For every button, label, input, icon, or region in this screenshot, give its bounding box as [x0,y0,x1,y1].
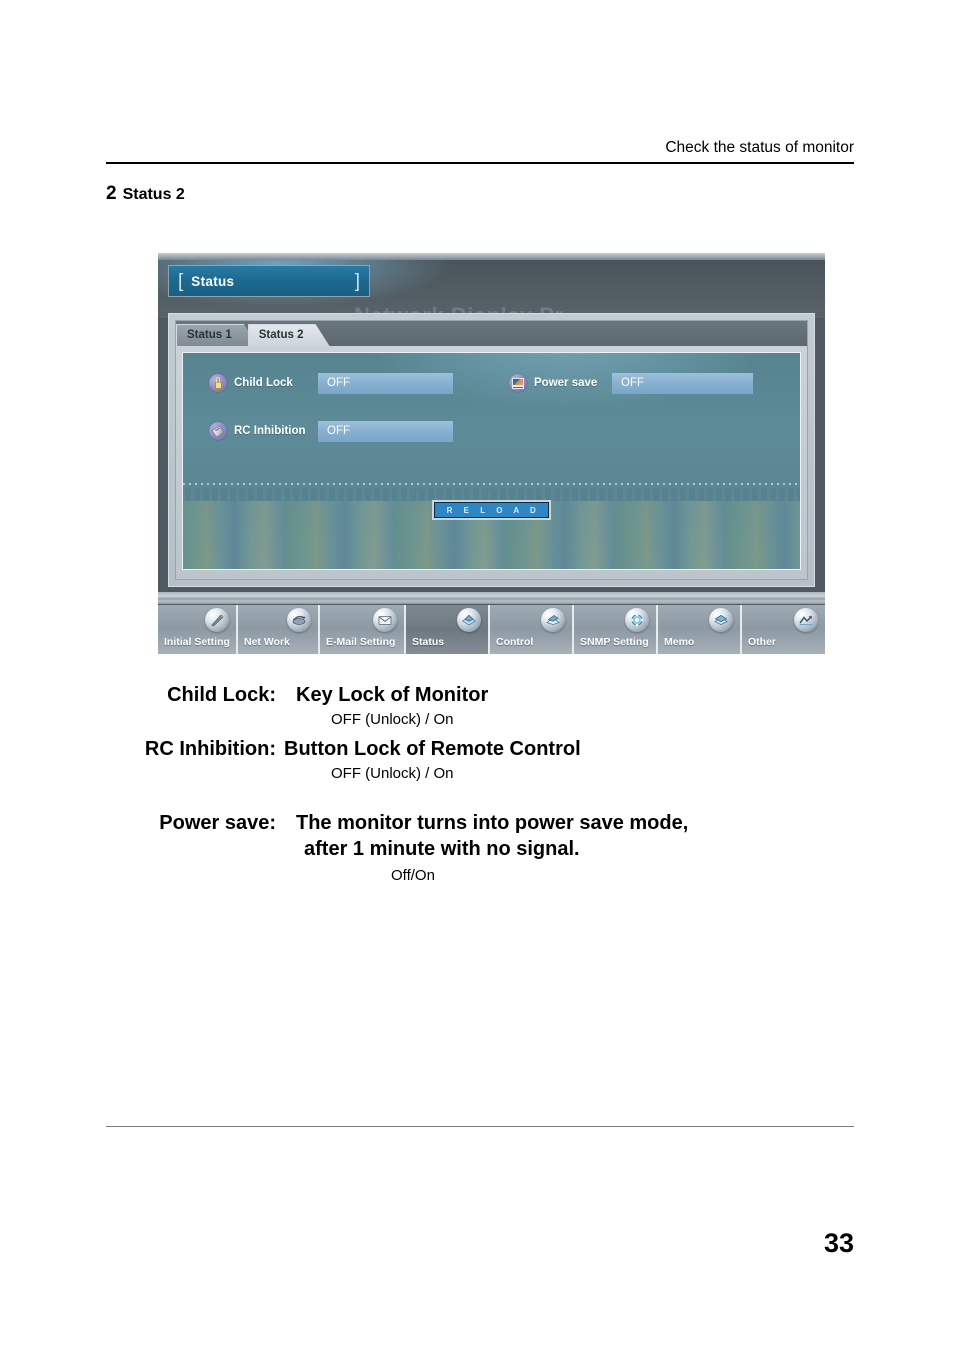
description-definition-line-2: after 1 minute with no signal. [304,838,580,860]
footer-divider [106,1126,854,1127]
rc-inhibition-value: OFF [318,420,453,442]
description-item-child-lock: Child Lock: Key Lock of Monitor [106,682,866,708]
description-options: OFF (Unlock) / On [331,711,454,728]
bracket-right-icon: ] [354,270,360,292]
status-content-area: Child Lock OFF Power save OFF RC Inhibit… [182,352,801,570]
tab-label: Status 1 [187,329,232,341]
padlock-icon [209,374,227,392]
tab-label: Status 2 [258,329,304,341]
window-top-chrome [158,253,825,260]
control-icon [541,608,565,632]
nav-item-other[interactable]: Other [742,605,825,654]
nav-label: Net Work [244,636,290,648]
child-lock-label: Child Lock [234,377,293,389]
description-definition: Button Lock of Remote Control [284,738,581,760]
content-panel-inner: Status 1 Status 2 Child Lock OFF Power s… [175,320,808,580]
tab-status-1[interactable]: Status 1 [176,324,258,346]
description-block: Child Lock: Key Lock of Monitor OFF (Unl… [106,682,866,886]
rc-inhibition-label: RC Inhibition [234,425,306,437]
reload-button-wrapper: R E L O A D [183,500,800,521]
description-definition: Key Lock of Monitor [296,684,489,706]
title-plate: [ Status ] [168,265,370,297]
nav-item-snmp-setting[interactable]: SNMP Setting [574,605,658,654]
nav-item-control[interactable]: Control [490,605,574,654]
title-plate-label: Status [191,273,235,289]
remote-control-icon [209,422,227,440]
description-term: RC Inhibition: [144,738,276,760]
field-child-lock: Child Lock OFF [209,372,453,394]
description-options: OFF (Unlock) / On [331,765,454,782]
window-bottom-separator [158,592,825,604]
nav-item-memo[interactable]: Memo [658,605,742,654]
tab-status-2[interactable]: Status 2 [248,324,330,346]
field-power-save: Power save OFF [509,372,753,394]
description-term: Child Lock: [167,684,276,706]
nav-label: SNMP Setting [580,636,649,648]
description-item-power-save: Power save: The monitor turns into power… [106,810,866,862]
description-options: Off/On [391,867,435,884]
bottom-navigation-bar: Initial Setting Net Work E-Mail Setting … [158,605,825,654]
power-save-value: OFF [612,372,753,394]
envelope-icon [373,608,397,632]
memo-icon [709,608,733,632]
tab-bar: Status 1 Status 2 [176,321,807,346]
section-number: 2 [106,183,117,204]
nav-item-net-work[interactable]: Net Work [238,605,320,654]
section-heading: 2 Status 2 [106,183,185,205]
running-head: Check the status of monitor [665,139,854,156]
bracket-left-icon: [ [178,270,184,292]
page-header: Check the status of monitor [106,138,854,164]
description-item-rc-inhibition: RC Inhibition: Button Lock of Remote Con… [106,736,866,762]
field-rc-inhibition: RC Inhibition OFF [209,420,453,442]
reload-button[interactable]: R E L O A D [431,500,552,521]
description-definition-line-1: The monitor turns into power save mode, [296,812,689,834]
status-form: Child Lock OFF Power save OFF RC Inhibit… [183,353,800,464]
nav-label: Initial Setting [164,636,230,648]
form-row: RC Inhibition OFF [183,416,800,446]
nav-item-status[interactable]: Status [406,605,490,654]
nav-label: Memo [664,636,695,648]
decorative-dotted-line [183,482,800,485]
page-number: 33 [823,1228,854,1258]
network-icon [287,608,311,632]
nav-label: E-Mail Setting [326,636,396,648]
child-lock-value: OFF [318,372,453,394]
form-row: Child Lock OFF Power save OFF [183,368,800,398]
other-icon [794,608,818,632]
nav-label: Other [748,636,777,648]
application-window-screenshot: Network Display Pr [ Status ] Status 1 S… [158,253,825,654]
page-title: Status 2 [122,186,185,203]
nav-label: Status [412,636,445,648]
pen-icon [205,608,229,632]
nav-item-email-setting[interactable]: E-Mail Setting [320,605,406,654]
power-save-label: Power save [534,377,598,389]
nav-item-initial-setting[interactable]: Initial Setting [158,605,238,654]
nav-label: Control [496,636,534,648]
monitor-power-save-icon [509,374,527,392]
description-term: Power save: [159,812,276,834]
status-icon [457,608,481,632]
description-definition-lines: The monitor turns into power save mode, … [296,810,688,862]
snmp-icon [625,608,649,632]
content-panel: Status 1 Status 2 Child Lock OFF Power s… [168,313,815,587]
header-divider [106,162,854,164]
